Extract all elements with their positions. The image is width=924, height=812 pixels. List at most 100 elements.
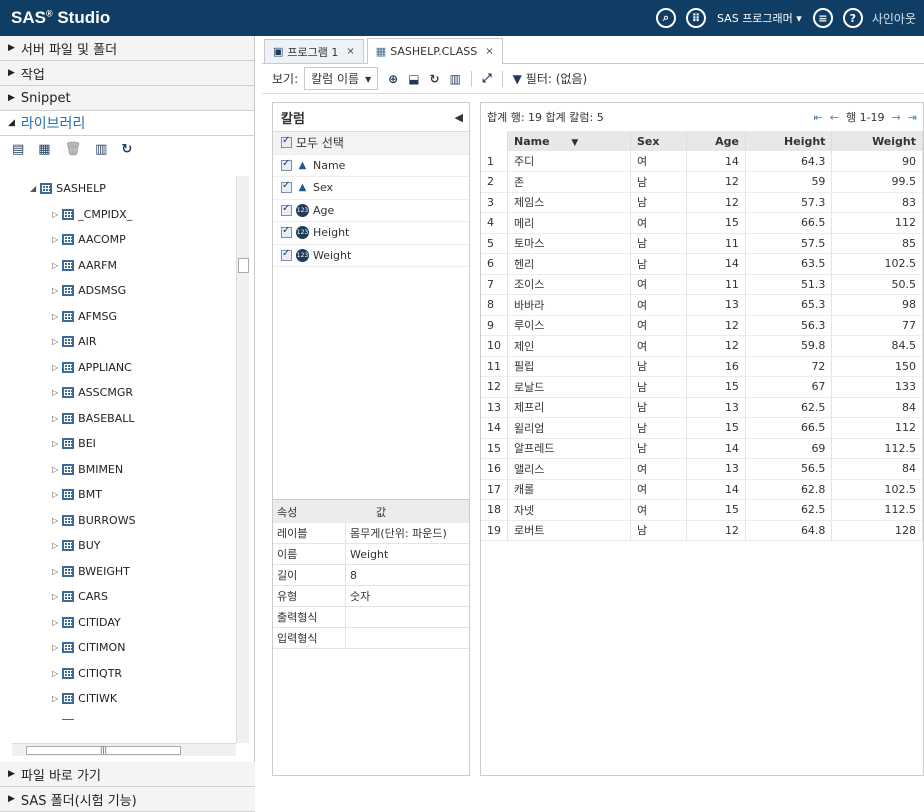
table-cell[interactable]: 63.5 (745, 254, 832, 275)
table-cell[interactable]: 여 (630, 479, 686, 500)
table-cell[interactable]: 84 (832, 459, 923, 480)
column-item[interactable]: ▲Name (273, 155, 469, 178)
table-cell[interactable]: 62.5 (745, 397, 832, 418)
table-cell[interactable]: 59 (745, 172, 832, 193)
table-cell[interactable]: 남 (630, 192, 686, 213)
section-tasks[interactable]: ▶작업 (0, 61, 254, 86)
column-header[interactable]: Height (745, 131, 832, 151)
column-header[interactable]: Name ▼ (508, 131, 631, 151)
table-cell[interactable]: 64.8 (745, 520, 832, 541)
table-row[interactable]: 4메리여1566.5112 (481, 213, 923, 234)
table-cell[interactable]: 83 (832, 192, 923, 213)
table-cell[interactable]: 여 (630, 315, 686, 336)
checkbox[interactable] (281, 250, 292, 261)
column-item[interactable]: 123Age (273, 200, 469, 223)
view-table-icon[interactable]: ▥ (95, 142, 107, 157)
table-cell[interactable]: 캐롤 (508, 479, 631, 500)
table-cell[interactable]: 77 (832, 315, 923, 336)
table-row[interactable]: 7조이스여1151.350.5 (481, 274, 923, 295)
sort-menu-icon[interactable]: ▼ (571, 138, 578, 148)
filter-label[interactable]: 필터: (없음) (526, 70, 587, 87)
view-dropdown[interactable]: 칼럼 이름▾ (304, 67, 378, 90)
table-cell[interactable]: 67 (745, 377, 832, 398)
table-cell[interactable]: 112 (832, 418, 923, 439)
library-properties-icon[interactable]: ▦ (38, 142, 50, 157)
table-cell[interactable]: 64.3 (745, 151, 832, 172)
table-cell[interactable]: 여 (630, 151, 686, 172)
table-cell[interactable]: 72 (745, 356, 832, 377)
help-icon[interactable]: ? (843, 8, 863, 28)
column-item[interactable]: 123Height (273, 222, 469, 245)
table-cell[interactable]: 66.5 (745, 418, 832, 439)
checkbox[interactable] (281, 137, 292, 148)
table-cell[interactable]: 12 (687, 336, 746, 357)
select-all-row[interactable]: 모두 선택 (273, 132, 469, 155)
table-cell[interactable]: 앨리스 (508, 459, 631, 480)
table-cell[interactable]: 존 (508, 172, 631, 193)
table-cell[interactable]: 16 (687, 356, 746, 377)
collapse-panel-icon[interactable]: ◀ (455, 111, 463, 124)
last-page-icon[interactable]: ⇥ (908, 111, 917, 124)
next-page-icon[interactable]: → (892, 111, 901, 124)
table-cell[interactable]: 50.5 (832, 274, 923, 295)
table-cell[interactable]: 남 (630, 254, 686, 275)
tree-item-table[interactable]: ▷ADSMSG (12, 278, 236, 304)
table-cell[interactable]: 11 (687, 233, 746, 254)
table-cell[interactable]: 13 (687, 397, 746, 418)
table-cell[interactable]: 루이스 (508, 315, 631, 336)
table-cell[interactable]: 남 (630, 377, 686, 398)
table-cell[interactable]: 12 (687, 315, 746, 336)
table-cell[interactable]: 남 (630, 172, 686, 193)
table-cell[interactable]: 남 (630, 520, 686, 541)
tree-item-table[interactable]: ▷BEI (12, 431, 236, 457)
tree-item-table[interactable]: ▷AIR (12, 329, 236, 355)
table-row[interactable]: 16앨리스여1356.584 (481, 459, 923, 480)
table-cell[interactable]: 14 (687, 438, 746, 459)
tree-item-table[interactable]: ▷BWEIGHT (12, 559, 236, 585)
table-cell[interactable]: 제임스 (508, 192, 631, 213)
tab-sashelp-class[interactable]: ▦SASHELP.CLASS× (367, 38, 503, 64)
table-cell[interactable]: 56.5 (745, 459, 832, 480)
table-cell[interactable]: 12 (687, 520, 746, 541)
table-cell[interactable]: 14 (687, 254, 746, 275)
table-cell[interactable]: 제인 (508, 336, 631, 357)
table-cell[interactable]: 메리 (508, 213, 631, 234)
table-cell[interactable]: 필립 (508, 356, 631, 377)
table-cell[interactable]: 알프레드 (508, 438, 631, 459)
table-cell[interactable]: 56.3 (745, 315, 832, 336)
table-row[interactable]: 6헨리남1463.5102.5 (481, 254, 923, 275)
table-cell[interactable]: 여 (630, 274, 686, 295)
scroll-thumb[interactable] (238, 258, 249, 273)
tree-item-table[interactable]: ▷CITIWK (12, 686, 236, 712)
table-row[interactable]: 1주디여1464.390 (481, 151, 923, 172)
table-cell[interactable]: 윌리엄 (508, 418, 631, 439)
tree-root-sashelp[interactable]: ◢SASHELP (12, 176, 236, 202)
table-cell[interactable]: 12 (687, 172, 746, 193)
table-cell[interactable]: 여 (630, 500, 686, 521)
tree-item-table[interactable]: ▷AACOMP (12, 227, 236, 253)
table-cell[interactable]: 112.5 (832, 438, 923, 459)
table-row[interactable]: 9루이스여1256.377 (481, 315, 923, 336)
checkbox[interactable] (281, 182, 292, 193)
mode-dropdown[interactable]: SAS 프로그래머 ▾ (717, 10, 802, 26)
table-cell[interactable]: 150 (832, 356, 923, 377)
tree-item-table[interactable]: ▷BUY (12, 533, 236, 559)
table-cell[interactable]: 15 (687, 213, 746, 234)
checkbox[interactable] (281, 160, 292, 171)
tree-item-table[interactable]: ▷CITIDAY (12, 610, 236, 636)
table-cell[interactable]: 102.5 (832, 254, 923, 275)
section-snippets[interactable]: ▶Snippet (0, 86, 254, 111)
table-cell[interactable]: 로날드 (508, 377, 631, 398)
tree-item-table[interactable]: ▷BASEBALL (12, 406, 236, 432)
table-cell[interactable]: 66.5 (745, 213, 832, 234)
table-cell[interactable]: 남 (630, 418, 686, 439)
apps-icon[interactable]: ⠿ (686, 8, 706, 28)
tree-horizontal-scrollbar[interactable]: ||| (12, 743, 236, 756)
refresh-icon[interactable]: ↻ (430, 72, 440, 86)
table-cell[interactable]: 15 (687, 500, 746, 521)
table-cell[interactable]: 133 (832, 377, 923, 398)
table-cell[interactable]: 59.8 (745, 336, 832, 357)
column-item[interactable]: 123Weight (273, 245, 469, 268)
section-shortcuts[interactable]: ▶파일 바로 가기 (0, 762, 255, 787)
table-cell[interactable]: 남 (630, 233, 686, 254)
